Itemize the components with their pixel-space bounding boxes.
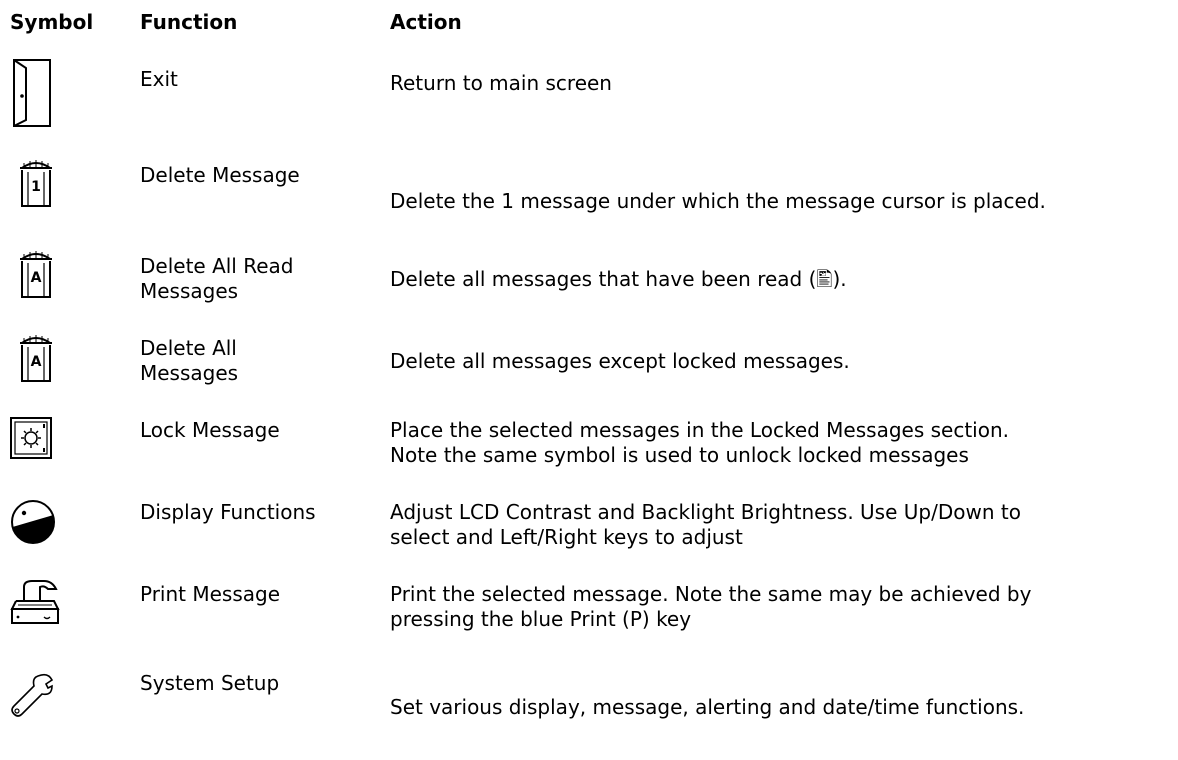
display-functions-contrast-icon [10, 499, 56, 545]
icon-label: A [31, 354, 42, 370]
function-label: System Setup [140, 671, 280, 695]
delete-all-read-messages-icon: A [12, 251, 60, 299]
icon-label: 1 [31, 179, 41, 195]
icon-label: A [31, 270, 42, 286]
function-label: Display Functions [140, 500, 316, 524]
function-label: Lock Message [140, 418, 280, 442]
header-action: Action [390, 10, 462, 34]
action-text: Adjust LCD Contrast and Backlight Bright… [390, 500, 1021, 549]
print-message-printer-icon [10, 577, 60, 627]
delete-one-message-icon: 1 [12, 160, 60, 208]
action-text: Return to main screen [390, 71, 612, 95]
function-label: Print Message [140, 582, 281, 606]
function-label: Delete Message [140, 163, 300, 187]
action-text: Delete all messages except locked messag… [390, 349, 850, 373]
function-label: Delete All Messages [140, 336, 239, 385]
header-symbol: Symbol [10, 10, 94, 34]
function-label: Delete All Read Messages [140, 254, 294, 303]
action-text: Place the selected messages in the Locke… [390, 418, 1009, 467]
action-text: Print the selected message. Note the sam… [390, 582, 1032, 631]
action-text: Delete the 1 message under which the mes… [390, 189, 1046, 213]
delete-all-messages-icon: A [12, 335, 60, 383]
action-text: Delete all messages that have been read … [390, 267, 847, 291]
header-function: Function [140, 10, 238, 34]
system-setup-wrench-icon [8, 672, 56, 720]
function-label: Exit [140, 67, 178, 91]
action-text: Set various display, message, alerting a… [390, 695, 1025, 719]
lock-message-safe-icon [10, 417, 52, 459]
exit-door-icon [12, 58, 54, 130]
